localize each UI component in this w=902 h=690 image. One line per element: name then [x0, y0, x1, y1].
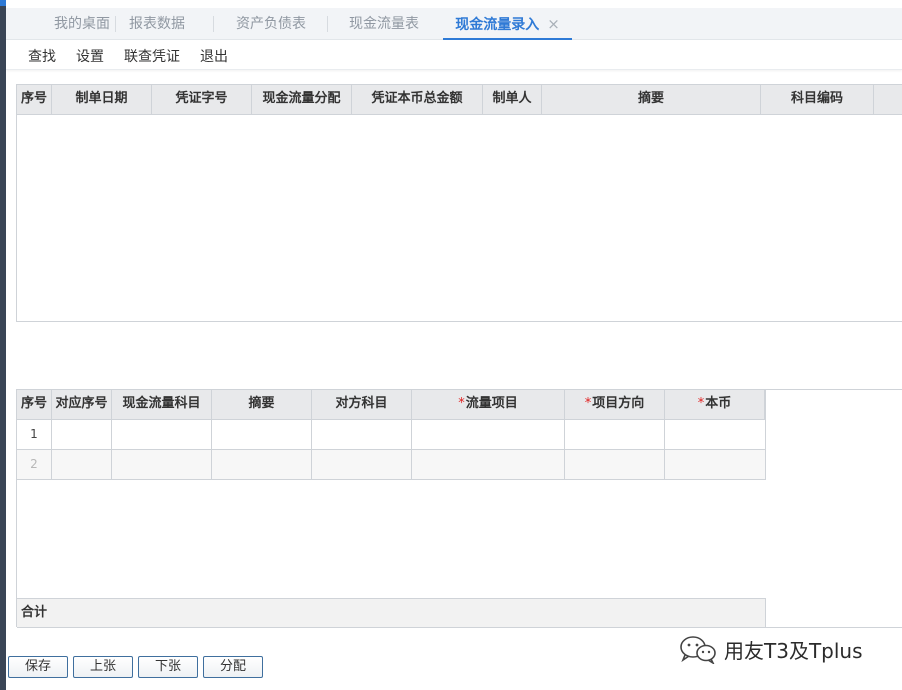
- settings-button[interactable]: 设置: [76, 46, 104, 66]
- close-icon[interactable]: ×: [547, 15, 560, 33]
- column-header[interactable]: 序号: [17, 85, 52, 115]
- row-index: 2: [17, 450, 52, 480]
- table-cell[interactable]: [665, 420, 766, 450]
- table-cell[interactable]: [52, 450, 112, 480]
- tab-cash-flow-entry-label: 现金流量录入: [455, 17, 540, 33]
- required-mark: *: [458, 396, 465, 411]
- tab-separator: [213, 16, 214, 32]
- table-cell[interactable]: [112, 420, 212, 450]
- watermark: 用友T3及Tplus: [678, 632, 863, 666]
- table-cell[interactable]: [665, 450, 766, 480]
- voucher-table: 序号 制单日期 凭证字号 现金流量分配 凭证本币总金额 制单人 摘要 科目编码: [16, 84, 902, 322]
- column-header[interactable]: 对方科目: [312, 390, 412, 420]
- cash-flow-table-header: 序号 对应序号 现金流量科目 摘要 对方科目 *流量项目 *项目方向 *本币: [17, 390, 766, 420]
- column-header-overflow: [874, 85, 902, 115]
- toolbar: 查找 设置 联查凭证 退出: [6, 40, 902, 70]
- column-header[interactable]: 现金流量分配: [252, 85, 352, 115]
- column-header[interactable]: 现金流量科目: [112, 390, 212, 420]
- column-header[interactable]: 制单日期: [52, 85, 152, 115]
- table-cell[interactable]: [312, 420, 412, 450]
- watermark-text: 用友T3及Tplus: [724, 638, 863, 663]
- tab-cash-flow-statement[interactable]: 现金流量表: [329, 8, 439, 40]
- column-header[interactable]: 科目编码: [761, 85, 874, 115]
- cash-flow-grid: 序号 对应序号 现金流量科目 摘要 对方科目 *流量项目 *项目方向 *本币 1…: [17, 390, 766, 628]
- tab-separator: [327, 16, 328, 32]
- allocate-button[interactable]: 分配: [203, 656, 263, 678]
- tab-cash-flow-entry[interactable]: 现金流量录入 ×: [443, 8, 572, 40]
- next-voucher-button[interactable]: 下张: [138, 656, 198, 678]
- column-header-label: 项目方向: [592, 396, 645, 411]
- column-header[interactable]: *本币: [665, 390, 765, 420]
- table-cell[interactable]: [412, 450, 565, 480]
- column-header[interactable]: 凭证字号: [152, 85, 252, 115]
- exit-button[interactable]: 退出: [200, 46, 228, 66]
- tab-report-data[interactable]: 报表数据: [112, 8, 202, 40]
- column-header[interactable]: 摘要: [212, 390, 312, 420]
- column-header[interactable]: 凭证本币总金额: [352, 85, 483, 115]
- save-button[interactable]: 保存: [8, 656, 68, 678]
- tab-balance-sheet[interactable]: 资产负债表: [216, 8, 326, 40]
- column-header-label: 流量项目: [465, 396, 518, 411]
- row-index: 1: [17, 420, 52, 450]
- table-cell[interactable]: [565, 420, 665, 450]
- table-row[interactable]: 1: [17, 420, 766, 450]
- find-button[interactable]: 查找: [28, 46, 56, 66]
- table-row[interactable]: 2: [17, 450, 766, 480]
- left-frame-strip: [0, 0, 6, 690]
- table-cell[interactable]: [212, 420, 312, 450]
- previous-voucher-button[interactable]: 上张: [73, 656, 133, 678]
- column-header[interactable]: 对应序号: [52, 390, 112, 420]
- tab-bar: 我的桌面 报表数据 资产负债表 现金流量表 现金流量录入 ×: [6, 8, 902, 40]
- column-header[interactable]: *流量项目: [412, 390, 565, 420]
- column-header[interactable]: 序号: [17, 390, 52, 420]
- table-cell[interactable]: [412, 420, 565, 450]
- cash-flow-table: 序号 对应序号 现金流量科目 摘要 对方科目 *流量项目 *项目方向 *本币 1…: [16, 389, 902, 628]
- table-cell[interactable]: [52, 420, 112, 450]
- total-label: 合计: [21, 605, 48, 620]
- column-header-label: 本币: [705, 396, 732, 411]
- required-mark: *: [584, 396, 592, 411]
- column-header[interactable]: 摘要: [542, 85, 761, 115]
- table-cell[interactable]: [565, 450, 665, 480]
- linked-voucher-button[interactable]: 联查凭证: [124, 46, 180, 66]
- left-frame-accent: [0, 0, 6, 6]
- table-cell[interactable]: [112, 450, 212, 480]
- table-cell[interactable]: [212, 450, 312, 480]
- wechat-icon: [678, 634, 718, 666]
- total-row: 合计: [17, 598, 766, 628]
- column-header[interactable]: *项目方向: [565, 390, 665, 420]
- voucher-table-header: 序号 制单日期 凭证字号 现金流量分配 凭证本币总金额 制单人 摘要 科目编码: [17, 85, 902, 115]
- column-header[interactable]: 制单人: [483, 85, 542, 115]
- required-mark: *: [697, 396, 705, 411]
- table-cell[interactable]: [312, 450, 412, 480]
- table-bottom-border: [766, 627, 902, 628]
